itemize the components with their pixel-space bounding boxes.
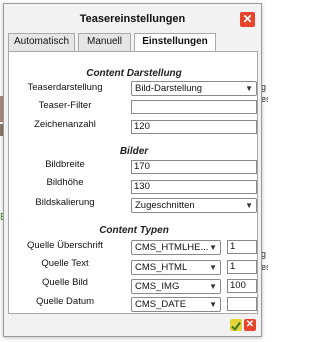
quelle-bild-value: CMS_IMG xyxy=(135,281,180,292)
dialog-titlebar: Teasereinstellungen ✕ xyxy=(4,4,261,30)
quelle-datum-select[interactable]: CMS_DATE ▼ xyxy=(131,297,221,312)
teaserdarstellung-value: Bild-Darstellung xyxy=(135,83,203,94)
quelle-ueberschrift-value: CMS_HTMLHE... xyxy=(135,242,209,253)
quelle-text-number[interactable]: 1 xyxy=(227,260,257,274)
quelle-text-select[interactable]: CMS_HTML ▼ xyxy=(131,260,221,275)
quelle-datum-number[interactable] xyxy=(227,297,257,311)
background-text-fragment: g xyxy=(261,249,267,259)
tab-einstellungen[interactable]: Einstellungen xyxy=(134,33,216,52)
bildbreite-input[interactable]: 170 xyxy=(131,160,257,174)
bildhoehe-input[interactable]: 130 xyxy=(131,180,257,194)
background-text-fragment: es xyxy=(261,262,268,272)
chevron-down-icon: ▼ xyxy=(245,201,253,210)
chevron-down-icon: ▼ xyxy=(209,243,217,252)
bildbreite-label: Bildbreite xyxy=(45,159,85,170)
confirm-button[interactable] xyxy=(230,319,242,332)
bildskalierung-select[interactable]: Zugeschnitten ▼ xyxy=(131,198,257,213)
quelle-bild-label: Quelle Bild xyxy=(42,277,88,288)
background-text-fragment: es xyxy=(261,94,268,104)
quelle-text-value: CMS_HTML xyxy=(135,262,188,273)
tab-bar: Automatisch Manuell Einstellungen xyxy=(8,33,259,52)
bildskalierung-value: Zugeschnitten xyxy=(135,200,195,211)
tab-manuell[interactable]: Manuell xyxy=(78,33,131,51)
chevron-down-icon: ▼ xyxy=(209,263,217,272)
cancel-button[interactable]: ✕ xyxy=(244,319,256,331)
bildskalierung-label: Bildskalierung xyxy=(35,197,95,208)
bildhoehe-label: Bildhöhe xyxy=(46,177,84,188)
close-icon[interactable]: ✕ xyxy=(240,12,255,27)
checkmark-icon xyxy=(231,321,241,332)
quelle-ueberschrift-label: Quelle Überschrift xyxy=(26,240,104,251)
quelle-bild-select[interactable]: CMS_IMG ▼ xyxy=(131,279,221,294)
zeichenanzahl-input[interactable]: 120 xyxy=(131,120,257,134)
quelle-text-label: Quelle Text xyxy=(41,258,89,269)
quelle-ueberschrift-number[interactable]: 1 xyxy=(227,240,257,254)
zeichenanzahl-label: Zeichenanzahl xyxy=(34,119,96,130)
background-text-fragment: g xyxy=(261,82,267,92)
section-heading-content-darstellung: Content Darstellung xyxy=(86,68,182,79)
teaserdarstellung-label: Teaserdarstellung xyxy=(27,82,103,93)
section-heading-bilder: Bilder xyxy=(119,146,149,157)
quelle-datum-value: CMS_DATE xyxy=(135,299,187,310)
teaserdarstellung-select[interactable]: Bild-Darstellung ▼ xyxy=(131,81,257,96)
quelle-bild-number[interactable]: 100 xyxy=(227,279,257,293)
teaser-settings-dialog: Teasereinstellungen ✕ Automatisch Manuel… xyxy=(3,3,262,337)
settings-panel: Content Darstellung Teaserdarstellung Bi… xyxy=(8,51,258,314)
quelle-datum-label: Quelle Datum xyxy=(35,296,95,307)
chevron-down-icon: ▼ xyxy=(245,84,253,93)
section-heading-content-typen: Content Typen xyxy=(99,225,169,236)
quelle-ueberschrift-select[interactable]: CMS_HTMLHE... ▼ xyxy=(131,240,221,255)
chevron-down-icon: ▼ xyxy=(209,300,217,309)
tab-automatisch[interactable]: Automatisch xyxy=(8,33,75,51)
dialog-title: Teasereinstellungen xyxy=(79,13,186,25)
teaser-filter-input[interactable] xyxy=(131,100,257,114)
chevron-down-icon: ▼ xyxy=(209,282,217,291)
teaser-filter-label: Teaser-Filter xyxy=(38,100,92,111)
